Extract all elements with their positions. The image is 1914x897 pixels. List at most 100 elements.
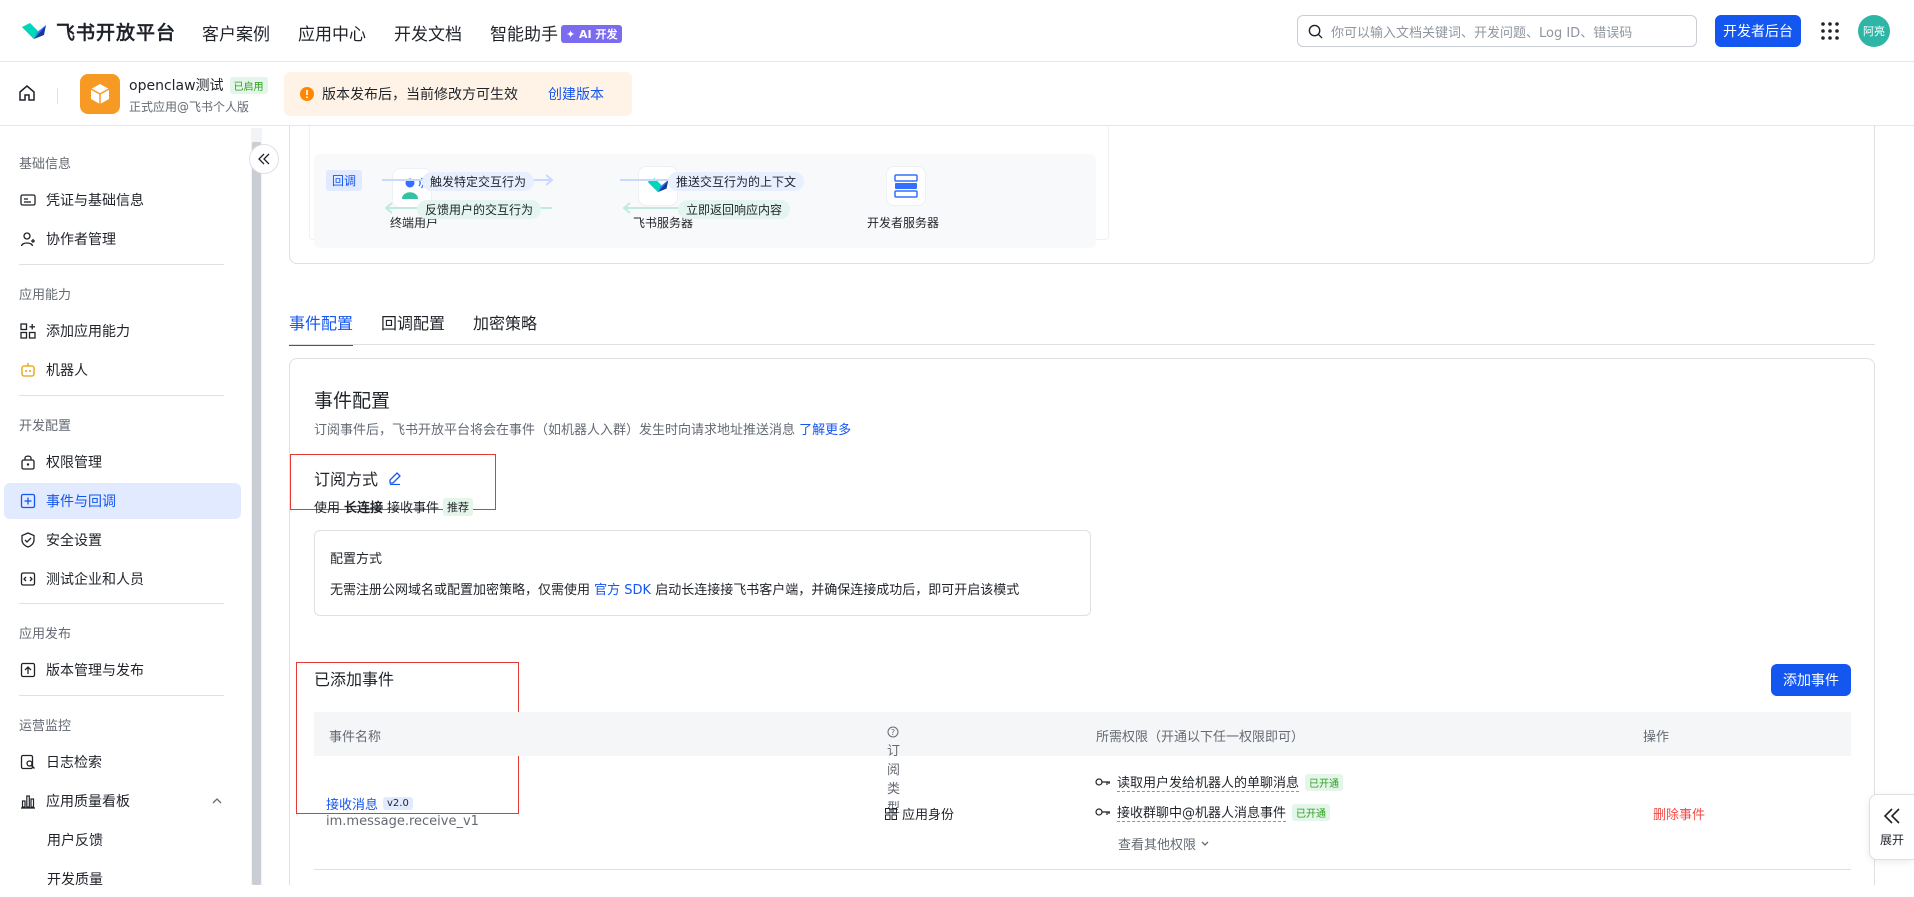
sidebar-item-label: 凭证与基础信息 bbox=[46, 193, 144, 209]
subscription-mode-value: 使用 长连接 接收事件 推荐 bbox=[314, 497, 474, 516]
permission-name[interactable]: 读取用户发给机器人的单聊消息 bbox=[1117, 772, 1300, 792]
desc-text: 订阅事件后，飞书开放平台将会在事件（如机器人入群）发生时向请求地址推送消息 bbox=[314, 423, 796, 438]
warning-icon bbox=[300, 87, 314, 101]
key-icon bbox=[1095, 778, 1110, 786]
sidebar-item-dev-quality[interactable]: 开发质量 bbox=[4, 861, 241, 897]
permission-item: 接收群聊中@机器人消息事件 已开通 bbox=[1095, 802, 1331, 822]
sidebar-divider bbox=[19, 264, 224, 265]
lock-icon bbox=[21, 455, 35, 470]
robot-icon bbox=[21, 363, 35, 377]
upload-icon bbox=[20, 662, 36, 678]
brand-logo[interactable]: 飞书开放平台 bbox=[20, 18, 176, 45]
create-version-link[interactable]: 创建版本 bbox=[548, 84, 604, 104]
event-name-label: 接收消息 bbox=[326, 798, 379, 813]
view-more-label: 查看其他权限 bbox=[1118, 838, 1197, 853]
search-placeholder: 你可以输入文档关键词、开发问题、Log ID、错误码 bbox=[1331, 25, 1633, 41]
sidebar-item-security[interactable]: 安全设置 bbox=[4, 522, 241, 558]
sidebar-divider bbox=[19, 395, 224, 396]
event-config-desc: 订阅事件后，飞书开放平台将会在事件（如机器人入群）发生时向请求地址推送消息 了解… bbox=[314, 419, 851, 438]
sidebar-item-label: 机器人 bbox=[46, 363, 88, 379]
cfg-desc-part2: 启动长连接接飞书客户端，并确保连接成功后，即可开启该模式 bbox=[655, 583, 1020, 598]
sidebar-item-quality-board[interactable]: 应用质量看板 bbox=[4, 783, 229, 819]
sidebar-section-basic: 基础信息 bbox=[19, 157, 72, 172]
help-icon[interactable]: ? bbox=[887, 726, 899, 738]
sidebar-item-label: 版本管理与发布 bbox=[46, 663, 144, 679]
sidebar: 基础信息 凭证与基础信息 协作者管理 应用能力 添加应用能力 机器人 开发配置 … bbox=[0, 126, 250, 888]
sidebar-item-collaborators[interactable]: 协作者管理 bbox=[4, 221, 241, 257]
code-box-icon bbox=[20, 572, 36, 586]
top-nav: 客户案例 应用中心 开发文档 智能助手 ✦ AI 开发 bbox=[202, 20, 623, 45]
delete-event-button[interactable]: 删除事件 bbox=[1653, 804, 1705, 823]
events-table-header: 事件名称 订阅类型? 所需权限（开通以下任一权限即可） 操作 bbox=[314, 712, 1851, 816]
expand-label: 展开 bbox=[1879, 832, 1904, 847]
sidebar-item-logs[interactable]: 日志检索 bbox=[4, 744, 241, 780]
box-icon bbox=[90, 84, 110, 104]
add-event-button[interactable]: 添加事件 bbox=[1771, 664, 1851, 696]
col-permissions: 所需权限（开通以下任一权限即可） bbox=[1096, 730, 1305, 745]
added-events-title: 已添加事件 bbox=[314, 670, 395, 689]
event-name[interactable]: 接收消息 v2.0 bbox=[326, 794, 413, 813]
sidebar-item-test-org[interactable]: 测试企业和人员 bbox=[4, 561, 241, 597]
flow-label-respond: 立即返回响应内容 bbox=[678, 200, 791, 219]
brand-name: 飞书开放平台 bbox=[56, 22, 177, 44]
sidebar-item-label: 测试企业和人员 bbox=[46, 572, 144, 588]
subscription-type-label: 应用身份 bbox=[902, 808, 955, 823]
view-more-permissions[interactable]: 查看其他权限 bbox=[1118, 834, 1210, 853]
tab-encryption[interactable]: 加密策略 bbox=[473, 310, 537, 346]
ai-badge: ✦ AI 开发 bbox=[561, 25, 623, 43]
sidebar-item-versions[interactable]: 版本管理与发布 bbox=[4, 652, 241, 688]
chevron-down-icon bbox=[1201, 841, 1209, 846]
tab-event-config[interactable]: 事件配置 bbox=[289, 310, 354, 346]
permission-status-badge: 已开通 bbox=[1305, 773, 1344, 791]
home-icon[interactable] bbox=[18, 84, 36, 102]
app-name-label: openclaw测试 bbox=[129, 78, 224, 94]
sidebar-item-events-callbacks[interactable]: 事件与回调 bbox=[4, 483, 241, 519]
top-bar: 飞书开放平台 客户案例 应用中心 开发文档 智能助手 ✦ AI 开发 你可以输入文… bbox=[0, 0, 1914, 62]
callback-tag: 回调 bbox=[326, 170, 363, 191]
dev-console-button[interactable]: 开发者后台 bbox=[1715, 15, 1801, 47]
user-avatar[interactable]: 阿亮 bbox=[1858, 15, 1890, 47]
flow-label-trigger: 触发特定交互行为 bbox=[422, 172, 535, 191]
nav-customer-cases[interactable]: 客户案例 bbox=[202, 20, 270, 45]
log-search-icon bbox=[20, 754, 35, 770]
permission-name[interactable]: 接收群聊中@机器人消息事件 bbox=[1117, 802, 1287, 822]
sidebar-item-add-capability[interactable]: 添加应用能力 bbox=[4, 313, 241, 349]
col-sub-type: 订阅类型? bbox=[887, 726, 900, 816]
sidebar-item-label: 事件与回调 bbox=[46, 494, 116, 510]
nav-app-center[interactable]: 应用中心 bbox=[298, 20, 366, 45]
app-grid-icon[interactable] bbox=[1820, 21, 1840, 41]
subscription-type: 应用身份 bbox=[885, 804, 954, 823]
sidebar-item-label: 应用质量看板 bbox=[46, 794, 130, 810]
tab-callback-config[interactable]: 回调配置 bbox=[381, 310, 445, 346]
sidebar-item-feedback[interactable]: 用户反馈 bbox=[4, 822, 241, 858]
chevron-up-icon[interactable] bbox=[211, 795, 223, 807]
feishu-logo-icon bbox=[22, 22, 46, 39]
sidebar-item-label: 用户反馈 bbox=[47, 833, 103, 849]
sidebar-item-label: 日志检索 bbox=[46, 755, 102, 771]
sidebar-divider bbox=[19, 603, 224, 604]
receive-events-text: 接收事件 bbox=[387, 501, 440, 516]
sidebar-item-label: 协作者管理 bbox=[46, 232, 116, 248]
event-code: im.message.receive_v1 bbox=[326, 814, 479, 829]
official-sdk-link[interactable]: 官方 SDK bbox=[594, 583, 651, 598]
nav-dev-docs[interactable]: 开发文档 bbox=[394, 20, 462, 45]
sidebar-item-credentials[interactable]: 凭证与基础信息 bbox=[4, 182, 241, 218]
config-method-title: 配置方式 bbox=[330, 552, 383, 567]
edit-icon[interactable] bbox=[388, 471, 402, 485]
tab-divider bbox=[289, 344, 1875, 345]
search-icon bbox=[1308, 24, 1323, 39]
sidebar-item-bot[interactable]: 机器人 bbox=[4, 352, 241, 388]
sidebar-scrollbar-thumb[interactable] bbox=[252, 142, 261, 885]
config-method-desc: 无需注册公网域名或配置加密策略，仅需使用 官方 SDK 启动长连接接飞书客户端，… bbox=[330, 579, 1019, 598]
sidebar-section-monitor: 运营监控 bbox=[19, 719, 72, 734]
expand-panel-button[interactable]: 展开 bbox=[1869, 794, 1914, 860]
learn-more-link[interactable]: 了解更多 bbox=[799, 423, 851, 438]
sidebar-item-permissions[interactable]: 权限管理 bbox=[4, 444, 241, 480]
sidebar-item-label: 开发质量 bbox=[47, 872, 103, 888]
event-icon bbox=[20, 493, 36, 509]
long-connection-text: 长连接 bbox=[344, 501, 384, 516]
flow-label-feedback: 反馈用户的交互行为 bbox=[417, 200, 542, 219]
search-input[interactable]: 你可以输入文档关键词、开发问题、Log ID、错误码 bbox=[1297, 15, 1697, 47]
app-header: openclaw测试 已启用 正式应用@飞书个人版 版本发布后，当前修改方可生效… bbox=[0, 62, 1914, 126]
nav-smart-assistant[interactable]: 智能助手 ✦ AI 开发 bbox=[490, 20, 623, 45]
